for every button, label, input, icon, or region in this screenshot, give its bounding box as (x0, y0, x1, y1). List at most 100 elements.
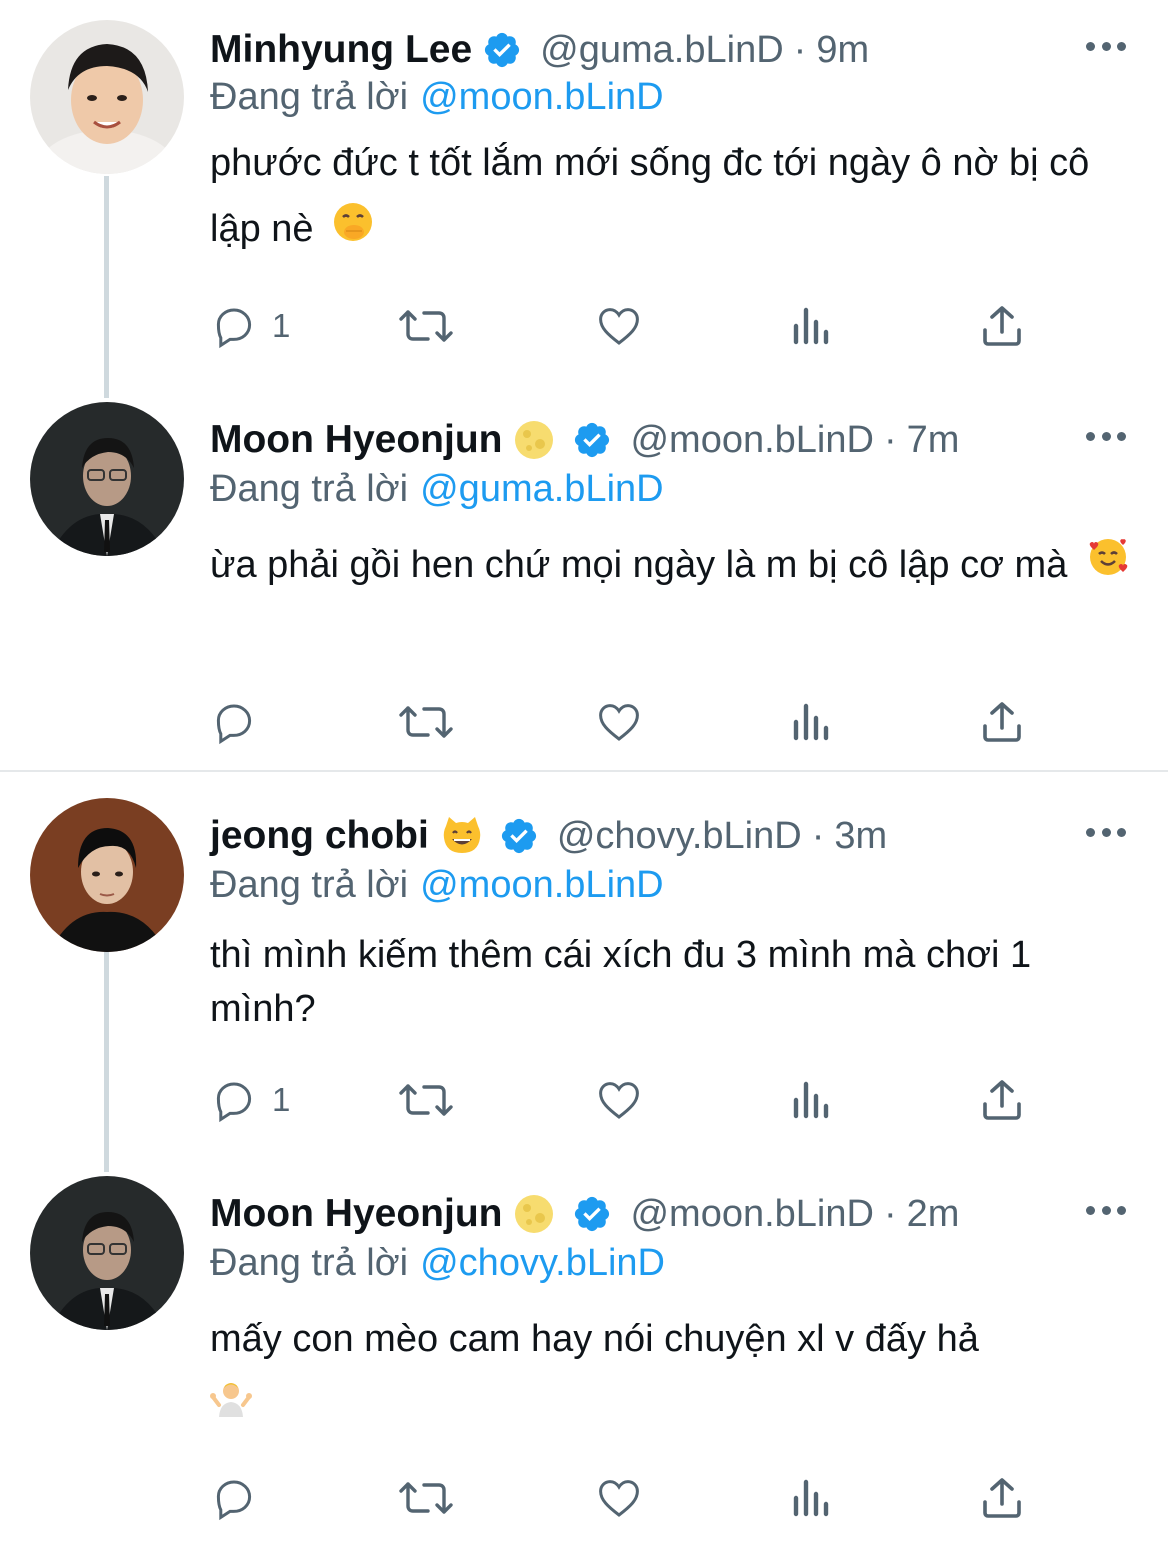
replying-to-handle[interactable]: @guma.bLinD (420, 468, 663, 510)
avatar[interactable] (30, 1176, 184, 1330)
avatar[interactable] (30, 20, 184, 174)
views-button[interactable] (790, 296, 834, 356)
retweet-icon (399, 310, 453, 342)
user-handle[interactable]: @moon.bLinD (630, 419, 873, 462)
tweet-header: Moon Hyeonjun @moon.bLinD · 7m (210, 410, 959, 470)
replying-label: Đang trả lời (210, 468, 409, 510)
share-button[interactable] (978, 296, 1026, 356)
share-icon (983, 702, 1021, 742)
reply-button[interactable] (210, 1468, 272, 1528)
share-button[interactable] (978, 692, 1026, 752)
views-icon (793, 1081, 829, 1119)
timestamp[interactable]: 3m (834, 815, 887, 858)
thread-divider (0, 770, 1168, 772)
tweet-actions: 1 (210, 296, 1060, 356)
share-button[interactable] (978, 1468, 1026, 1528)
verified-badge-icon (482, 30, 522, 70)
replying-to-handle[interactable]: @moon.bLinD (420, 76, 663, 118)
like-icon (599, 308, 639, 345)
tweet-header: Moon Hyeonjun @moon.bLinD · 2m (210, 1184, 959, 1244)
views-button[interactable] (790, 1468, 834, 1528)
timestamp[interactable]: 2m (907, 1193, 960, 1236)
tweet-text: ừa phải gồi hen chứ mọi ngày là m bị cô … (210, 532, 1140, 600)
replying-to-handle[interactable]: @moon.bLinD (420, 864, 663, 906)
like-icon (599, 1480, 639, 1517)
smiling-face-with-hearts-emoji (1086, 534, 1130, 600)
like-button[interactable] (594, 1468, 644, 1528)
user-handle[interactable]: @moon.bLinD (630, 1193, 873, 1236)
separator-dot: · (793, 28, 807, 71)
retweet-icon (399, 1084, 453, 1116)
avatar[interactable] (30, 402, 184, 556)
like-button[interactable] (594, 1070, 644, 1130)
like-button[interactable] (594, 692, 644, 752)
views-button[interactable] (790, 1070, 834, 1130)
tweet[interactable]: Moon Hyeonjun @moon.bLinD · 7m Đang trả … (0, 402, 1168, 770)
display-name[interactable]: Moon Hyeonjun (210, 1192, 502, 1236)
tweet[interactable]: Moon Hyeonjun @moon.bLinD · 2m Đang trả … (0, 1176, 1168, 1542)
reply-icon (216, 308, 252, 349)
like-icon (599, 704, 639, 741)
like-icon (599, 1082, 639, 1119)
reply-button[interactable]: 1 (210, 296, 290, 356)
replying-label: Đang trả lời (210, 1242, 409, 1284)
separator-dot: · (883, 1192, 897, 1235)
retweet-button[interactable] (398, 296, 454, 356)
retweet-button[interactable] (398, 1468, 454, 1528)
grinning-cat-emoji (441, 816, 481, 856)
timestamp[interactable]: 7m (907, 419, 960, 462)
more-icon[interactable] (1086, 822, 1126, 842)
reply-count: 1 (272, 1081, 291, 1118)
share-button[interactable] (978, 1070, 1026, 1130)
reply-icon (216, 704, 252, 745)
avatar[interactable] (30, 798, 184, 952)
display-name[interactable]: jeong chobi (210, 814, 429, 858)
more-icon[interactable] (1086, 1200, 1126, 1220)
like-button[interactable] (594, 296, 644, 356)
reply-icon (216, 1082, 252, 1123)
share-icon (983, 306, 1021, 346)
face-with-hand-over-mouth-emoji (332, 198, 374, 264)
replying-to: Đang trả lời @moon.bLinD (210, 864, 664, 907)
reply-count: 1 (272, 307, 291, 344)
full-moon-emoji (514, 1194, 554, 1234)
timestamp[interactable]: 9m (816, 29, 869, 72)
views-icon (793, 703, 829, 741)
full-moon-emoji (514, 420, 554, 460)
tweet-text-content: ừa phải gồi hen chứ mọi ngày là m bị cô … (210, 544, 1068, 586)
replying-to: Đang trả lời @moon.bLinD (210, 76, 664, 119)
user-handle[interactable]: @guma.bLinD (540, 29, 783, 72)
retweet-button[interactable] (398, 1070, 454, 1130)
user-handle[interactable]: @chovy.bLinD (557, 815, 802, 858)
tweet-header: jeong chobi @chovy.bLinD · 3m (210, 806, 887, 866)
share-icon (983, 1080, 1021, 1120)
verified-badge-icon (499, 816, 539, 856)
replying-label: Đang trả lời (210, 864, 409, 906)
display-name[interactable]: Moon Hyeonjun (210, 418, 502, 462)
views-button[interactable] (790, 692, 834, 752)
tweet-header: Minhyung Lee @guma.bLinD · 9m (210, 20, 869, 80)
replying-label: Đang trả lời (210, 76, 409, 118)
share-icon (983, 1478, 1021, 1518)
tweet-actions (210, 1468, 1060, 1528)
more-icon[interactable] (1086, 36, 1126, 56)
separator-dot: · (883, 418, 897, 461)
tweet-text: thì mình kiếm thêm cái xích đu 3 mình mà… (210, 928, 1140, 1036)
tweet[interactable]: Minhyung Lee @guma.bLinD · 9m Đang trả l… (0, 20, 1168, 380)
tweet-actions (210, 692, 1060, 752)
reply-button[interactable] (210, 692, 272, 752)
tweet[interactable]: jeong chobi @chovy.bLinD · 3m Đang trả l… (0, 798, 1168, 1166)
views-icon (793, 307, 829, 345)
views-icon (793, 1479, 829, 1517)
more-icon[interactable] (1086, 426, 1126, 446)
reply-button[interactable]: 1 (210, 1070, 290, 1130)
tweet-actions: 1 (210, 1070, 1060, 1130)
replying-to: Đang trả lời @guma.bLinD (210, 468, 664, 511)
retweet-icon (399, 1482, 453, 1514)
display-name[interactable]: Minhyung Lee (210, 28, 472, 72)
tweet-text-content: thì mình kiếm thêm cái xích đu 3 mình mà… (210, 934, 1032, 1030)
person-shrugging-emoji (210, 1374, 252, 1440)
replying-to-handle[interactable]: @chovy.bLinD (420, 1242, 665, 1284)
verified-badge-icon (572, 1194, 612, 1234)
retweet-button[interactable] (398, 692, 454, 752)
